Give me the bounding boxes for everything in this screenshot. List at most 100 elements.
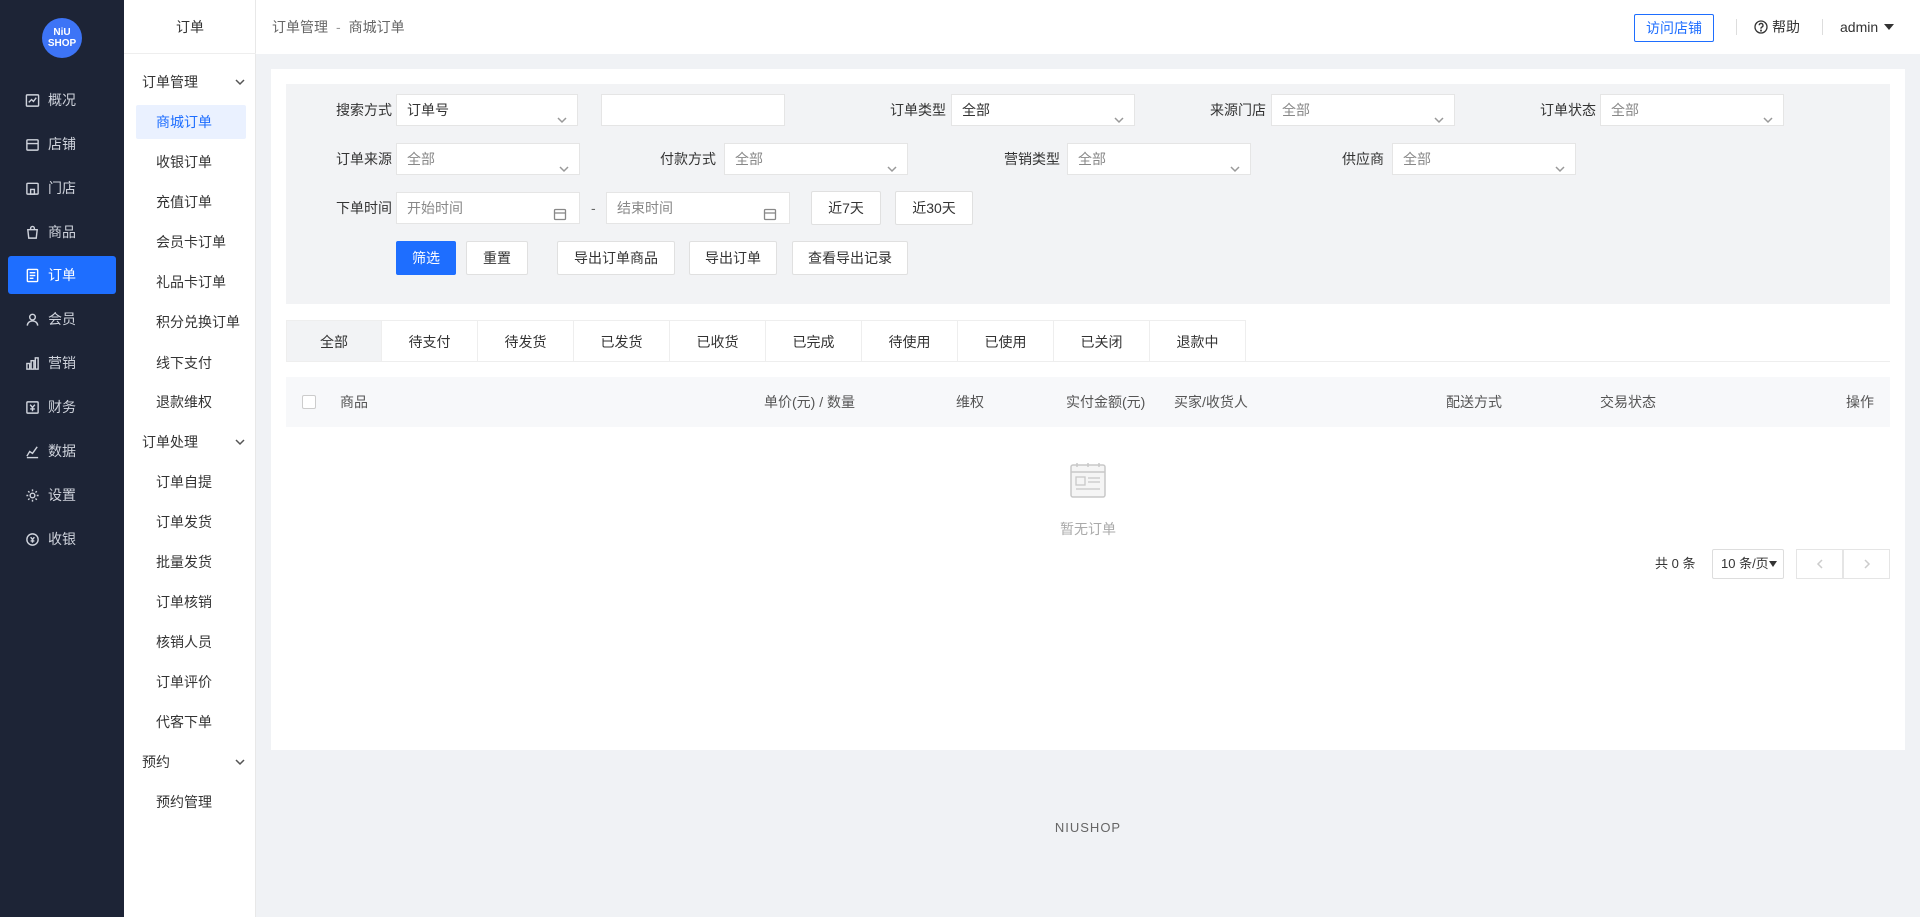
nav-item-settings[interactable]: 设置 [8, 476, 116, 514]
logo[interactable]: NiU SHOP [42, 18, 82, 58]
export-record-button[interactable]: 查看导出记录 [792, 241, 908, 275]
filter-button[interactable]: 筛选 [396, 241, 456, 275]
pager-total: 共 0 条 [1655, 556, 1696, 571]
supplier-select[interactable]: 全部 [1392, 143, 1576, 175]
breadcrumb-item[interactable]: 订单管理 [272, 19, 328, 35]
source-store-select[interactable]: 全部 [1271, 94, 1455, 126]
nav-label: 概况 [48, 92, 76, 108]
export-order-button[interactable]: 导出订单 [689, 241, 777, 275]
nav-item-goods[interactable]: 商品 [8, 213, 116, 251]
chevron-down-icon [1555, 154, 1565, 173]
order-type-label: 订单类型 [890, 102, 946, 118]
source-store-label: 来源门店 [1210, 102, 1266, 118]
tab-shipped[interactable]: 已发货 [574, 320, 670, 362]
chevron-down-icon [887, 154, 897, 173]
order-time-label: 下单时间 [336, 200, 392, 216]
nav-item-overview[interactable]: 概况 [8, 81, 116, 119]
marketing-type-select[interactable]: 全部 [1067, 143, 1251, 175]
chart-icon [24, 443, 40, 459]
order-source-select[interactable]: 全部 [396, 143, 580, 175]
next-page-button[interactable] [1843, 549, 1890, 579]
tab-used[interactable]: 已使用 [958, 320, 1054, 362]
export-goods-button[interactable]: 导出订单商品 [557, 241, 675, 275]
tab-refunding[interactable]: 退款中 [1150, 320, 1246, 362]
sub-item-giftcard-order[interactable]: 礼品卡订单 [136, 265, 246, 299]
search-input[interactable] [601, 94, 785, 126]
select-value: 全部 [962, 102, 990, 118]
sub-item-cashier-order[interactable]: 收银订单 [136, 145, 246, 179]
sub-item-proxy-order[interactable]: 代客下单 [136, 705, 246, 739]
pay-method-select[interactable]: 全部 [724, 143, 908, 175]
chevron-down-icon [559, 154, 569, 173]
date-placeholder: 结束时间 [617, 200, 673, 216]
column-header: 买家/收货人 [1174, 394, 1248, 410]
nav-item-data[interactable]: 数据 [8, 432, 116, 470]
prev-page-button[interactable] [1796, 549, 1843, 579]
nav-item-order[interactable]: 订单 [8, 256, 116, 294]
select-value: 全部 [1282, 102, 1310, 118]
sub-item-recharge-order[interactable]: 充值订单 [136, 185, 246, 219]
calendar-icon [553, 201, 567, 221]
search-method-select[interactable]: 订单号 [396, 94, 578, 126]
order-type-select[interactable]: 全部 [951, 94, 1135, 126]
sub-item-mall-order[interactable]: 商城订单 [136, 105, 246, 139]
column-header: 交易状态 [1600, 394, 1656, 410]
tab-completed[interactable]: 已完成 [766, 320, 862, 362]
nav-item-member[interactable]: 会员 [8, 300, 116, 338]
nav-item-marketing[interactable]: 营销 [8, 344, 116, 382]
sub-item-verify[interactable]: 订单核销 [136, 585, 246, 619]
filter-area: 搜索方式 订单号 订单类型 全部 来源门店 全部 订单状态 全部 订单来源 全部… [286, 84, 1890, 304]
chevron-down-icon [1114, 105, 1124, 124]
tab-pending-ship[interactable]: 待发货 [478, 320, 574, 362]
marketing-type-label: 营销类型 [1004, 151, 1060, 167]
tab-to-use[interactable]: 待使用 [862, 320, 958, 362]
bars-icon [24, 355, 40, 371]
sub-item-points-order[interactable]: 积分兑换订单 [136, 305, 246, 339]
start-date-input[interactable]: 开始时间 [396, 192, 580, 224]
nav-item-cashier[interactable]: 收银 [8, 520, 116, 558]
visit-store-button[interactable]: 访问店铺 [1634, 14, 1714, 42]
sub-sidebar: 订单 订单管理 商城订单 收银订单 充值订单 会员卡订单 礼品卡订单 积分兑换订… [124, 0, 256, 917]
nav-item-finance[interactable]: 财务 [8, 388, 116, 426]
sub-group-label: 预约 [142, 754, 170, 770]
column-header: 实付金额(元) [1066, 394, 1146, 410]
user-menu[interactable]: admin [1840, 0, 1895, 54]
shop-icon [24, 180, 40, 196]
sub-item-verifier[interactable]: 核销人员 [136, 625, 246, 659]
tab-all[interactable]: 全部 [286, 320, 382, 362]
chevron-down-icon [1763, 105, 1773, 124]
page-size-select[interactable]: 10 条/页 [1712, 549, 1784, 579]
end-date-input[interactable]: 结束时间 [606, 192, 790, 224]
sub-item-batch-delivery[interactable]: 批量发货 [136, 545, 246, 579]
tab-received[interactable]: 已收货 [670, 320, 766, 362]
sub-item-refund[interactable]: 退款维权 [136, 385, 246, 419]
last-7-days-button[interactable]: 近7天 [811, 191, 881, 225]
sub-item-offline-pay[interactable]: 线下支付 [136, 346, 246, 380]
nav-item-shop[interactable]: 门店 [8, 169, 116, 207]
nav-item-store[interactable]: 店铺 [8, 125, 116, 163]
chevron-down-icon [1230, 154, 1240, 173]
select-value: 全部 [1403, 151, 1431, 167]
tab-pending-pay[interactable]: 待支付 [382, 320, 478, 362]
tab-closed[interactable]: 已关闭 [1054, 320, 1150, 362]
help-label: 帮助 [1772, 19, 1800, 35]
store-icon [24, 136, 40, 152]
sub-item-delivery[interactable]: 订单发货 [136, 505, 246, 539]
order-status-select[interactable]: 全部 [1600, 94, 1784, 126]
cashier-icon [24, 531, 40, 547]
help-link[interactable]: 帮助 [1754, 0, 1800, 54]
select-all-checkbox[interactable] [302, 395, 316, 409]
nav-label: 设置 [48, 487, 76, 503]
sub-item-pickup[interactable]: 订单自提 [136, 465, 246, 499]
last-30-days-button[interactable]: 近30天 [895, 191, 973, 225]
reset-button[interactable]: 重置 [466, 241, 528, 275]
trend-icon [24, 92, 40, 108]
sub-item-reservation-manage[interactable]: 预约管理 [136, 785, 246, 819]
help-icon [1754, 20, 1768, 34]
sub-item-membercard-order[interactable]: 会员卡订单 [136, 225, 246, 259]
sub-group-reservation[interactable]: 预约 [142, 747, 246, 777]
table-header: 商品 单价(元) / 数量 维权 实付金额(元) 买家/收货人 配送方式 交易状… [286, 377, 1890, 427]
sub-item-review[interactable]: 订单评价 [136, 665, 246, 699]
sub-group-order-process[interactable]: 订单处理 [142, 427, 246, 457]
sub-group-order-manage[interactable]: 订单管理 [142, 67, 246, 97]
